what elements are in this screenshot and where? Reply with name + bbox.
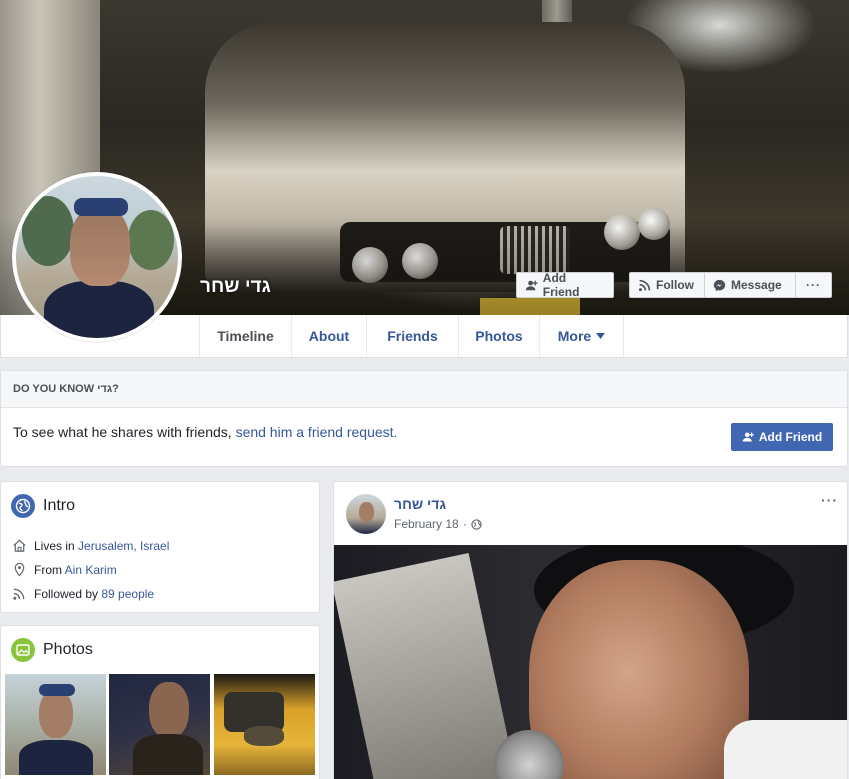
profile-name[interactable]: גדי שחר xyxy=(200,276,271,298)
photo-icon xyxy=(11,638,35,662)
thumb-face xyxy=(149,682,189,738)
photo-thumbnail[interactable] xyxy=(214,674,315,775)
rss-icon xyxy=(638,279,651,291)
photos-title: Photos xyxy=(43,641,93,658)
thumb-shirt xyxy=(19,740,93,775)
home-icon xyxy=(13,539,26,552)
intro-lives-in: Lives in Jerusalem, Israel xyxy=(12,538,169,553)
add-friend-icon xyxy=(525,280,538,290)
post-meta: February 18 · xyxy=(394,517,482,531)
message-button[interactable]: Message xyxy=(704,272,796,298)
tab-about[interactable]: About xyxy=(292,315,367,357)
intro-from: From Ain Karim xyxy=(12,562,117,577)
post-image-face xyxy=(529,560,749,779)
follow-label: Follow xyxy=(656,278,694,292)
post-meta-separator: · xyxy=(462,517,467,531)
rss-icon xyxy=(13,588,25,600)
tab-timeline[interactable]: Timeline xyxy=(199,315,292,357)
intro-lives-in-prefix: Lives in xyxy=(34,538,79,553)
add-friend-label: Add Friend xyxy=(542,271,580,299)
tab-more-label: More xyxy=(557,328,592,344)
avatar-shirt xyxy=(44,281,154,338)
timeline-post: גדי שחר February 18 · ··· xyxy=(333,481,848,779)
post-avatar-head xyxy=(359,502,374,522)
profile-picture[interactable] xyxy=(12,172,182,342)
follow-button[interactable]: Follow xyxy=(629,272,705,298)
city-link[interactable]: Jerusalem, Israel xyxy=(78,539,169,553)
followers-link[interactable]: 89 people xyxy=(101,587,154,601)
send-friend-request-link[interactable]: send him a friend request. xyxy=(236,424,398,440)
avatar-head xyxy=(70,206,130,286)
location-pin-icon xyxy=(14,562,25,577)
intro-followers: Followed by 89 people xyxy=(12,586,154,601)
thumb-shirt xyxy=(133,734,203,775)
do-you-know-message: To see what he shares with friends, xyxy=(13,424,236,440)
avatar-sunglasses xyxy=(74,198,128,216)
intro-followers-prefix: Followed by xyxy=(34,586,102,601)
chevron-down-icon xyxy=(596,333,606,339)
avatar-tree xyxy=(128,210,174,270)
intro-card: Intro Lives in Jerusalem, Israel From Ai… xyxy=(0,481,320,613)
intro-title: Intro xyxy=(43,497,76,514)
add-friend-button[interactable]: Add Friend xyxy=(516,271,614,299)
post-date[interactable]: February 18 xyxy=(394,517,459,531)
intro-from-prefix: From xyxy=(34,562,65,577)
add-friend-icon xyxy=(742,432,754,442)
message-label: Message xyxy=(731,278,782,292)
photo-thumbnail[interactable] xyxy=(109,674,210,775)
more-options-button[interactable]: ··· xyxy=(795,272,832,298)
hometown-link[interactable]: Ain Karim xyxy=(65,563,117,577)
do-you-know-heading: DO YOU KNOW גדי? xyxy=(1,371,847,408)
globe-icon xyxy=(11,494,35,518)
thumb-face xyxy=(39,690,73,738)
globe-icon xyxy=(471,518,482,530)
post-image-paper xyxy=(334,552,517,779)
tab-more[interactable]: More xyxy=(540,315,624,357)
post-image-collar xyxy=(724,720,847,779)
photo-thumbnail[interactable] xyxy=(5,674,106,775)
intro-heading: Intro xyxy=(11,494,75,518)
photos-heading[interactable]: Photos xyxy=(11,638,93,662)
thumb-sunglasses xyxy=(39,684,75,696)
messenger-icon xyxy=(713,279,726,291)
post-author-avatar[interactable] xyxy=(346,494,386,534)
post-author-name[interactable]: גדי שחר xyxy=(394,496,446,512)
thumb-steering xyxy=(244,726,284,746)
post-image[interactable] xyxy=(334,545,847,779)
do-you-know-text: To see what he shares with friends, send… xyxy=(13,424,397,440)
avatar-tree xyxy=(22,196,74,266)
do-you-know-card: DO YOU KNOW גדי? To see what he shares w… xyxy=(0,370,848,467)
tab-photos[interactable]: Photos xyxy=(459,315,540,357)
add-friend-primary-label: Add Friend xyxy=(758,430,823,444)
add-friend-primary-button[interactable]: Add Friend xyxy=(731,423,833,451)
post-options-button[interactable]: ··· xyxy=(821,492,838,508)
tab-friends[interactable]: Friends xyxy=(367,315,459,357)
avatar xyxy=(16,176,178,338)
intro-lives-in-text: Lives in Jerusalem, Israel xyxy=(34,539,169,553)
photos-card: Photos xyxy=(0,625,320,779)
intro-from-text: From Ain Karim xyxy=(34,563,117,577)
intro-followers-text: Followed by 89 people xyxy=(34,587,154,601)
